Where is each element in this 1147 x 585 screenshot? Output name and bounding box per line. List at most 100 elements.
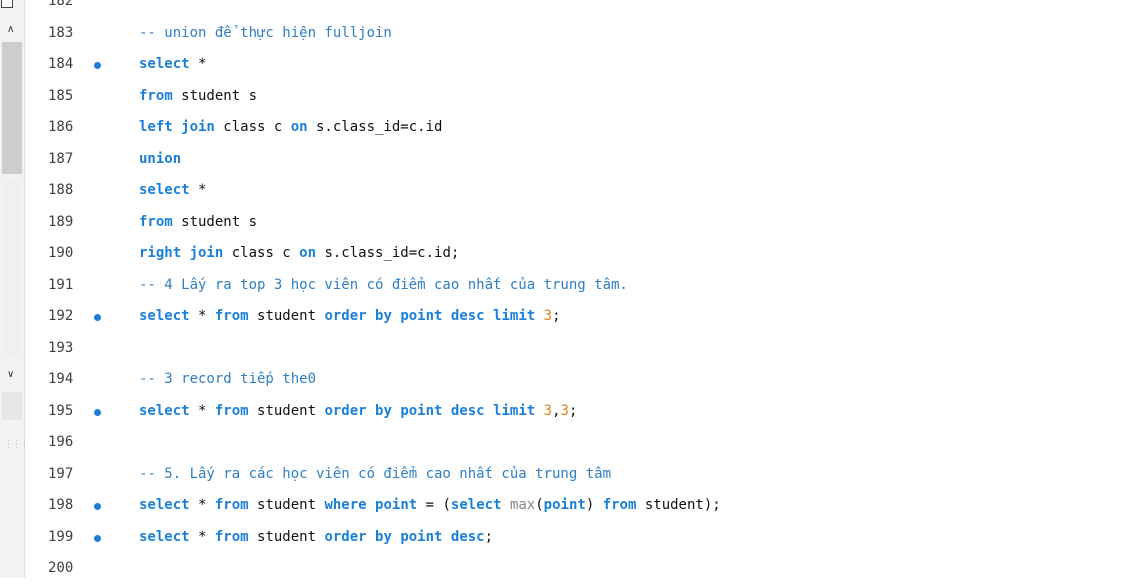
sql-token: * bbox=[189, 308, 215, 324]
code-line[interactable]: 196 bbox=[34, 427, 1147, 459]
sql-token: ) bbox=[585, 497, 603, 513]
code-text[interactable]: select * bbox=[139, 49, 206, 81]
code-line[interactable]: 182 bbox=[34, 0, 1147, 18]
code-text[interactable]: select * bbox=[139, 175, 206, 207]
breakpoint-dot-icon[interactable] bbox=[94, 408, 101, 416]
sql-keyword: select bbox=[139, 182, 190, 198]
line-number: 197 bbox=[48, 465, 74, 482]
code-line[interactable]: 185 from student s bbox=[34, 81, 1147, 113]
code-line[interactable]: 192 select * from student order by point … bbox=[34, 301, 1147, 333]
code-text[interactable]: -- 4 Lấy ra top 3 học viên có điểm cao n… bbox=[139, 270, 628, 302]
grip-dots-icon[interactable]: ⋮⋮⋮ bbox=[4, 440, 29, 450]
code-text[interactable]: union bbox=[139, 144, 181, 176]
checkbox[interactable] bbox=[1, 0, 13, 8]
chevron-down-icon[interactable]: ∨ bbox=[7, 369, 14, 380]
code-line[interactable]: 184 select * bbox=[34, 49, 1147, 81]
line-number: 199 bbox=[48, 528, 74, 545]
line-number: 185 bbox=[48, 87, 74, 104]
code-text[interactable]: select * from student where point = (sel… bbox=[139, 490, 721, 522]
sql-keyword: point desc bbox=[400, 402, 485, 419]
code-line[interactable]: 186 left join class c on s.class_id=c.id bbox=[34, 112, 1147, 144]
sql-keyword: order by bbox=[324, 528, 392, 545]
code-line[interactable]: 200 bbox=[34, 553, 1147, 585]
code-text[interactable]: from student s bbox=[139, 81, 257, 113]
sql-number: 3 bbox=[560, 402, 569, 419]
sql-token: student); bbox=[636, 497, 721, 513]
scrollbar-track[interactable] bbox=[2, 178, 22, 358]
sql-keyword: from bbox=[214, 308, 249, 324]
sql-token: student s bbox=[172, 87, 258, 104]
chevron-up-icon[interactable]: ∧ bbox=[7, 24, 14, 35]
code-line[interactable]: 193 bbox=[34, 333, 1147, 365]
sql-token: student s bbox=[172, 213, 258, 230]
code-text[interactable]: -- 5. Lấy ra các học viên có điểm cao nh… bbox=[139, 459, 611, 491]
sql-keyword: select bbox=[139, 56, 190, 72]
line-number: 193 bbox=[48, 339, 74, 356]
sql-token: student bbox=[248, 402, 325, 419]
sql-keyword: order by bbox=[324, 308, 392, 324]
code-line[interactable]: 188 select * bbox=[34, 175, 1147, 207]
line-number: 194 bbox=[48, 371, 74, 387]
sql-keyword: order by bbox=[324, 402, 392, 419]
code-line[interactable]: 191 -- 4 Lấy ra top 3 học viên có điểm ca… bbox=[34, 270, 1147, 302]
sql-token: s.class_id=c.id; bbox=[316, 245, 460, 261]
sql-keyword: limit bbox=[493, 402, 536, 419]
sql-editor[interactable]: 182 183 -- union để thực hiện fulljoin 184 s… bbox=[34, 0, 1147, 585]
code-line[interactable]: 198 select * from student where point = (… bbox=[34, 490, 1147, 522]
sql-token: * bbox=[189, 182, 207, 198]
code-line[interactable]: 190 right join class c on s.class_id=c.id… bbox=[34, 238, 1147, 270]
code-line[interactable]: 197 -- 5. Lấy ra các học viên có điểm cao… bbox=[34, 459, 1147, 491]
breakpoint-dot-icon[interactable] bbox=[94, 314, 101, 321]
sql-keyword: select bbox=[139, 528, 190, 545]
sql-keyword: from bbox=[214, 497, 249, 513]
sql-token: * bbox=[189, 528, 215, 545]
code-text[interactable]: left join class c on s.class_id=c.id bbox=[139, 112, 442, 144]
line-number: 184 bbox=[48, 56, 74, 72]
code-line[interactable]: 187 union bbox=[34, 144, 1147, 176]
sql-token: * bbox=[189, 402, 215, 419]
sql-token: class c bbox=[223, 245, 300, 261]
code-line[interactable]: 199 select * from student order by point … bbox=[34, 522, 1147, 554]
sql-keyword: from bbox=[139, 213, 173, 230]
line-number: 188 bbox=[48, 182, 74, 198]
code-text[interactable]: select * from student order by point des… bbox=[139, 522, 493, 554]
sql-keyword: select bbox=[139, 402, 190, 419]
breakpoint-dot-icon[interactable] bbox=[94, 534, 101, 542]
breakpoint-dot-icon[interactable] bbox=[94, 503, 101, 510]
line-number: 198 bbox=[48, 497, 74, 513]
line-number: 200 bbox=[48, 560, 74, 576]
sql-comment: -- 3 record tiếp the0 bbox=[139, 371, 317, 387]
sql-token: ; bbox=[484, 528, 494, 545]
sql-keyword: right join bbox=[139, 245, 224, 261]
line-number: 183 bbox=[48, 24, 74, 41]
line-number: 191 bbox=[48, 276, 74, 293]
breakpoint-dot-icon[interactable] bbox=[94, 62, 101, 69]
code-line[interactable]: 189 from student s bbox=[34, 207, 1147, 239]
code-text[interactable]: select * from student order by point des… bbox=[139, 396, 577, 428]
line-number: 186 bbox=[48, 119, 74, 135]
code-line[interactable]: 183 -- union để thực hiện fulljoin bbox=[34, 18, 1147, 50]
code-text[interactable]: right join class c on s.class_id=c.id; bbox=[139, 238, 459, 270]
sql-token: , bbox=[552, 402, 561, 419]
code-text[interactable]: from student s bbox=[139, 207, 257, 239]
sql-keyword: point bbox=[543, 497, 586, 513]
sql-comment: -- union để thực hiện fulljoin bbox=[139, 24, 392, 41]
panel-resize-handle[interactable] bbox=[2, 392, 22, 420]
line-number: 195 bbox=[48, 402, 74, 419]
sql-token: ; bbox=[568, 402, 578, 419]
sql-keyword: from bbox=[214, 402, 249, 419]
code-text[interactable]: -- 3 record tiếp the0 bbox=[139, 364, 316, 396]
code-text[interactable]: -- union để thực hiện fulljoin bbox=[139, 18, 392, 50]
line-number: 192 bbox=[48, 308, 74, 324]
code-line[interactable]: 194 -- 3 record tiếp the0 bbox=[34, 364, 1147, 396]
code-text[interactable]: select * from student order by point des… bbox=[139, 301, 561, 333]
sql-keyword: select bbox=[139, 497, 190, 513]
left-panel-strip: ∧ ∨ ⋮⋮⋮ bbox=[0, 0, 29, 578]
scrollbar-thumb[interactable] bbox=[2, 42, 22, 174]
code-line[interactable]: 195 select * from student order by point … bbox=[34, 396, 1147, 428]
